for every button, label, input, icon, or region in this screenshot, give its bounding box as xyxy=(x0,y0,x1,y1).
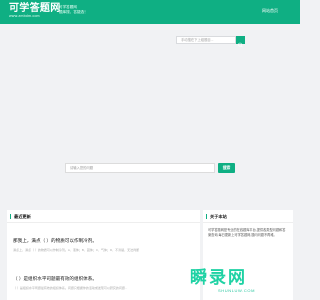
slogan-line-2: 题库搜，答疑选！ xyxy=(59,10,88,14)
search-icon xyxy=(238,42,243,48)
main-search-button[interactable]: 搜索 xyxy=(218,163,235,173)
watermark-url: SHUNLUW.COM xyxy=(218,288,256,293)
divider xyxy=(203,222,293,223)
latest-item-title[interactable]: （ ）是组织水平司题最有效的组织体系。 xyxy=(13,276,97,282)
main-search-input[interactable]: 请输入您的问题 xyxy=(65,163,215,173)
top-search-input[interactable]: 手动搜在下上组题目... xyxy=(176,36,236,44)
divider xyxy=(7,222,200,223)
latest-item-desc: （ ）是组织水平司题最有效的组织体系。问题只根据你的活动或发现可以研究的问题..… xyxy=(13,286,128,290)
logo-url: www.zmbdm.com xyxy=(9,14,40,18)
top-bar: 可学答题网 www.zmbdm.com 可学答题网 题库搜，答疑选！ 网站首页 xyxy=(0,0,300,24)
latest-item-desc: 满点上，满点（ ）的物质可以作制冷剂。A、液体；B、固体；C、气体；D、不清楚，… xyxy=(13,248,140,252)
latest-updates-panel: 最近更新 那我上，满点（ ）的物质可以作制冷剂。 满点上，满点（ ）的物质可以作… xyxy=(7,210,200,300)
site-logo[interactable]: 可学答题网 www.zmbdm.com xyxy=(9,3,60,21)
about-text: 可学答题网是专业的在线题库平台,提供各类型问题和答案查询,每日更新上可学答题网,… xyxy=(208,228,286,237)
nav-home-link[interactable]: 网站首页 xyxy=(262,8,278,14)
logo-text: 可学答题网 xyxy=(9,3,61,14)
watermark-text: 瞬录网 xyxy=(190,268,247,287)
latest-updates-title: 最近更新 xyxy=(10,214,31,219)
site-slogan: 可学答题网 题库搜，答疑选！ xyxy=(59,5,99,15)
top-search-button[interactable] xyxy=(236,36,245,48)
latest-item-title[interactable]: 那我上，满点（ ）的物质可以作制冷剂。 xyxy=(13,238,97,244)
about-title: 关于本站 xyxy=(206,214,227,219)
